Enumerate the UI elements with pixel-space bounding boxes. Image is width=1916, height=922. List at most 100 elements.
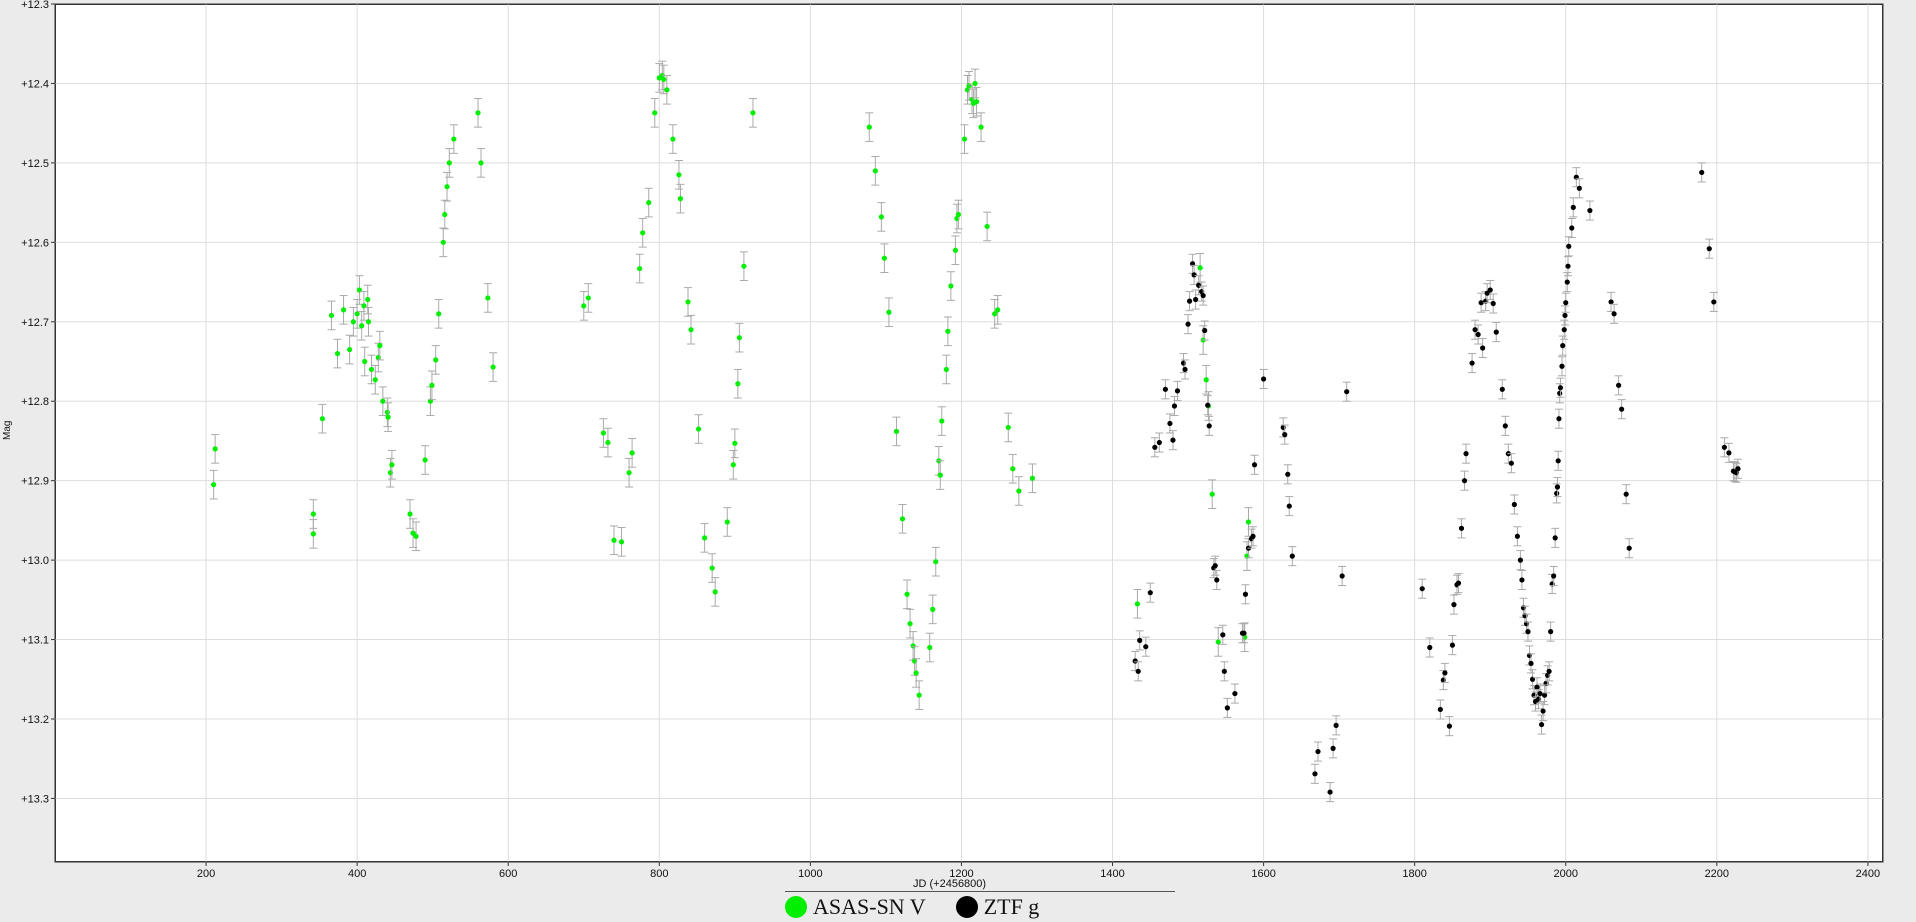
plot-frame xyxy=(54,3,1884,863)
data-point-ztf xyxy=(1576,185,1582,191)
legend-item-asas: ASAS-SN V xyxy=(785,894,926,920)
data-point-ztf xyxy=(1461,478,1468,484)
y-tick-label: +12.5 xyxy=(21,158,49,170)
data-point-ztf xyxy=(1623,491,1629,497)
data-point-asas xyxy=(413,533,419,539)
data-point-ztf xyxy=(1540,708,1546,714)
data-point-ztf xyxy=(1555,458,1561,464)
legend: ASAS-SN V ZTF g xyxy=(785,892,1069,922)
data-point-ztf xyxy=(1152,444,1158,450)
data-point-ztf xyxy=(1511,501,1517,508)
data-point-ztf xyxy=(1472,327,1478,333)
data-point-asas xyxy=(1029,475,1036,481)
data-point-asas xyxy=(688,327,694,333)
data-point-asas xyxy=(735,381,741,387)
data-point-ztf xyxy=(1528,660,1534,666)
data-point-asas xyxy=(212,446,218,452)
data-point-asas xyxy=(618,539,625,545)
data-point-ztf xyxy=(1562,312,1568,319)
data-point-asas xyxy=(930,606,936,612)
data-point-ztf xyxy=(1626,545,1632,551)
data-point-asas xyxy=(365,319,372,325)
data-point-ztf xyxy=(1147,590,1153,596)
data-point-asas xyxy=(585,295,591,301)
data-point-ztf xyxy=(1170,437,1176,443)
data-point-ztf xyxy=(1135,668,1141,674)
data-point-ztf xyxy=(1285,471,1291,477)
data-point-asas xyxy=(442,211,448,218)
data-point-asas xyxy=(1245,519,1252,525)
data-point-ztf xyxy=(1185,321,1191,327)
x-tick-label: 800 xyxy=(650,868,668,880)
data-point-asas xyxy=(948,283,954,289)
data-point-asas xyxy=(984,223,990,230)
data-point-asas xyxy=(878,214,884,220)
data-point-ztf xyxy=(1534,684,1540,690)
data-point-ztf xyxy=(1260,376,1267,382)
data-point-asas xyxy=(661,76,667,83)
data-point-asas xyxy=(741,263,747,269)
data-point-asas xyxy=(389,462,395,468)
data-point-ztf xyxy=(1517,557,1524,563)
data-point-ztf xyxy=(1171,403,1178,409)
data-point-asas xyxy=(913,670,919,676)
data-point-asas xyxy=(429,382,435,388)
data-point-asas xyxy=(709,565,715,571)
data-point-asas xyxy=(433,357,439,363)
data-point-ztf xyxy=(1289,553,1295,559)
data-point-asas xyxy=(677,196,684,202)
data-point-asas xyxy=(350,319,356,325)
data-point-asas xyxy=(319,416,326,422)
data-point-asas xyxy=(881,255,887,261)
data-point-asas xyxy=(310,531,316,537)
data-point-asas xyxy=(730,462,736,468)
data-point-ztf xyxy=(1706,246,1712,252)
data-point-ztf xyxy=(1554,484,1561,490)
data-point-ztf xyxy=(1565,263,1571,269)
data-point-asas xyxy=(359,323,365,329)
data-point-ztf xyxy=(1619,406,1625,412)
x-tick-label: 1600 xyxy=(1251,868,1275,880)
data-point-ztf xyxy=(1463,451,1469,457)
data-point-asas xyxy=(436,311,442,317)
data-point-asas xyxy=(886,309,892,315)
data-point-asas xyxy=(664,87,670,93)
data-point-asas xyxy=(676,172,682,178)
x-tick-label: 400 xyxy=(348,868,366,880)
data-point-ztf xyxy=(1721,444,1727,450)
data-point-asas xyxy=(328,312,335,319)
data-point-asas xyxy=(995,307,1001,313)
data-point-asas xyxy=(736,335,742,341)
x-tick-label: 2200 xyxy=(1705,868,1729,880)
data-point-ztf xyxy=(1478,300,1484,306)
data-point-ztf xyxy=(1205,402,1211,408)
data-point-ztf xyxy=(1563,300,1569,306)
data-point-asas xyxy=(712,589,718,595)
x-tick-label: 2000 xyxy=(1554,868,1578,880)
data-point-asas xyxy=(478,160,484,166)
data-point-ztf xyxy=(1282,431,1288,438)
x-tick-label: 200 xyxy=(197,868,215,880)
data-point-asas xyxy=(955,211,962,218)
data-point-ztf xyxy=(1137,637,1143,643)
y-tick-label: +12.7 xyxy=(21,317,49,329)
data-point-ztf xyxy=(1315,748,1321,755)
data-point-asas xyxy=(340,307,347,313)
data-point-ztf xyxy=(1162,386,1168,392)
data-point-asas xyxy=(973,99,980,105)
data-point-asas xyxy=(1016,488,1022,494)
data-point-ztf xyxy=(1559,363,1565,369)
x-tick-label: 1400 xyxy=(1100,868,1124,880)
data-point-asas xyxy=(446,160,452,166)
data-point-ztf xyxy=(1490,300,1496,307)
data-point-asas xyxy=(695,426,702,432)
data-point-ztf xyxy=(1556,416,1562,422)
data-point-asas xyxy=(362,358,368,365)
data-point-ztf xyxy=(1726,450,1732,456)
data-point-asas xyxy=(732,440,738,446)
data-point-ztf xyxy=(1286,503,1292,509)
data-point-ztf xyxy=(1442,670,1448,676)
data-point-asas xyxy=(899,516,906,522)
data-point-asas xyxy=(937,472,943,478)
data-point-asas xyxy=(1209,491,1215,497)
